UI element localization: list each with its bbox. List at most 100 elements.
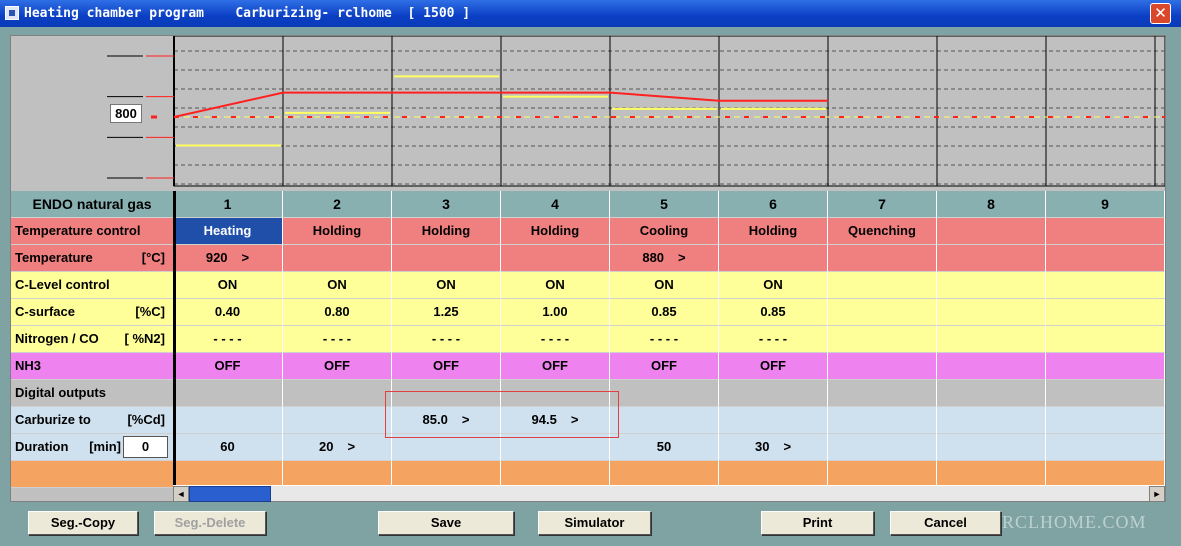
grid-cell[interactable]: Quenching (828, 218, 937, 245)
duration-input[interactable]: 0 (123, 436, 168, 458)
grid-cell[interactable]: - - - - (392, 326, 501, 353)
grid-cell[interactable]: - - - - (173, 326, 283, 353)
grid-cell[interactable] (501, 461, 610, 488)
segment-header-2[interactable]: 2 (283, 191, 392, 218)
grid-cell[interactable] (937, 245, 1046, 272)
grid-cell[interactable]: OFF (610, 353, 719, 380)
grid-cell[interactable] (828, 272, 937, 299)
grid-cell[interactable] (828, 461, 937, 488)
grid-cell[interactable]: Holding (392, 218, 501, 245)
grid-cell[interactable] (937, 326, 1046, 353)
grid-cell[interactable]: 30 > (719, 434, 828, 461)
segment-header-7[interactable]: 7 (828, 191, 937, 218)
grid-cell[interactable] (1046, 299, 1165, 326)
grid-cell[interactable]: 0.85 (610, 299, 719, 326)
grid-cell[interactable] (392, 434, 501, 461)
grid-cell[interactable]: 920 > (173, 245, 283, 272)
grid-cell[interactable] (937, 218, 1046, 245)
grid-cell[interactable]: Holding (501, 218, 610, 245)
close-button[interactable]: ✕ (1150, 3, 1171, 24)
grid-cell[interactable] (501, 434, 610, 461)
grid-cell[interactable] (610, 380, 719, 407)
grid-cell[interactable]: Holding (283, 218, 392, 245)
grid-cell[interactable] (1046, 218, 1165, 245)
grid-cell[interactable] (392, 461, 501, 488)
grid-cell[interactable]: 880 > (610, 245, 719, 272)
grid-cell[interactable]: OFF (283, 353, 392, 380)
segment-header-1[interactable]: 1 (173, 191, 283, 218)
grid-cell[interactable] (828, 299, 937, 326)
scroll-right-arrow-icon[interactable]: ► (1149, 486, 1165, 502)
grid-cell[interactable] (610, 407, 719, 434)
grid-cell[interactable] (283, 407, 392, 434)
scroll-left-arrow-icon[interactable]: ◄ (173, 486, 189, 502)
grid-cell[interactable]: ON (173, 272, 283, 299)
grid-cell[interactable] (1046, 461, 1165, 488)
grid-cell[interactable] (283, 461, 392, 488)
grid-cell[interactable] (719, 461, 828, 488)
scroll-thumb[interactable] (189, 486, 271, 502)
segment-header-4[interactable]: 4 (501, 191, 610, 218)
segment-header-9[interactable]: 9 (1046, 191, 1165, 218)
print-button[interactable]: Print (761, 511, 874, 535)
grid-cell[interactable] (937, 353, 1046, 380)
grid-cell[interactable] (828, 245, 937, 272)
grid-cell[interactable] (392, 245, 501, 272)
grid-cell[interactable] (173, 461, 283, 488)
grid-cell[interactable]: 60 (173, 434, 283, 461)
grid-cell[interactable]: - - - - (501, 326, 610, 353)
segment-header-5[interactable]: 5 (610, 191, 719, 218)
grid-cell[interactable] (937, 407, 1046, 434)
grid-cell[interactable] (173, 407, 283, 434)
grid-cell[interactable]: OFF (392, 353, 501, 380)
grid-cell[interactable]: 50 (610, 434, 719, 461)
grid-cell[interactable] (1046, 407, 1165, 434)
grid-cell[interactable] (1046, 353, 1165, 380)
seg-copy-button[interactable]: Seg.-Copy (28, 511, 138, 535)
grid-cell[interactable]: OFF (173, 353, 283, 380)
seg-delete-button[interactable]: Seg.-Delete (154, 511, 266, 535)
grid-cell[interactable] (1046, 380, 1165, 407)
save-button[interactable]: Save (378, 511, 514, 535)
segment-header-3[interactable]: 3 (392, 191, 501, 218)
grid-cell[interactable]: ON (501, 272, 610, 299)
grid-cell[interactable] (283, 245, 392, 272)
grid-cell[interactable] (828, 380, 937, 407)
horizontal-scrollbar[interactable]: ◄ ► (173, 485, 1165, 502)
grid-cell[interactable]: Cooling (610, 218, 719, 245)
grid-cell[interactable]: OFF (501, 353, 610, 380)
grid-cell[interactable]: ON (283, 272, 392, 299)
cancel-button[interactable]: Cancel (890, 511, 1001, 535)
grid-cell[interactable] (1046, 245, 1165, 272)
grid-cell[interactable] (937, 272, 1046, 299)
grid-cell[interactable] (719, 245, 828, 272)
edit-arrow-icon[interactable]: > (783, 434, 791, 460)
edit-arrow-icon[interactable]: > (347, 434, 355, 460)
grid-cell-selected[interactable]: Heating (173, 218, 283, 245)
grid-cell[interactable]: 1.00 (501, 299, 610, 326)
grid-cell[interactable]: 0.80 (283, 299, 392, 326)
grid-cell[interactable] (719, 407, 828, 434)
grid-cell[interactable]: - - - - (283, 326, 392, 353)
grid-cell[interactable] (719, 380, 828, 407)
grid-cell[interactable] (937, 461, 1046, 488)
grid-cell[interactable] (610, 461, 719, 488)
grid-cell[interactable] (937, 434, 1046, 461)
grid-cell[interactable]: - - - - (719, 326, 828, 353)
grid-cell[interactable]: 0.40 (173, 299, 283, 326)
grid-cell[interactable]: OFF (719, 353, 828, 380)
grid-cell[interactable]: 0.85 (719, 299, 828, 326)
grid-cell[interactable]: 1.25 (392, 299, 501, 326)
grid-cell[interactable] (828, 353, 937, 380)
segment-header-6[interactable]: 6 (719, 191, 828, 218)
edit-arrow-icon[interactable]: > (678, 245, 686, 271)
grid-cell[interactable] (1046, 326, 1165, 353)
grid-cell[interactable] (501, 245, 610, 272)
grid-cell[interactable]: Holding (719, 218, 828, 245)
simulator-button[interactable]: Simulator (538, 511, 651, 535)
grid-cell[interactable] (1046, 272, 1165, 299)
grid-cell[interactable] (283, 380, 392, 407)
grid-cell[interactable] (937, 380, 1046, 407)
grid-cell[interactable] (828, 407, 937, 434)
segment-header-8[interactable]: 8 (937, 191, 1046, 218)
